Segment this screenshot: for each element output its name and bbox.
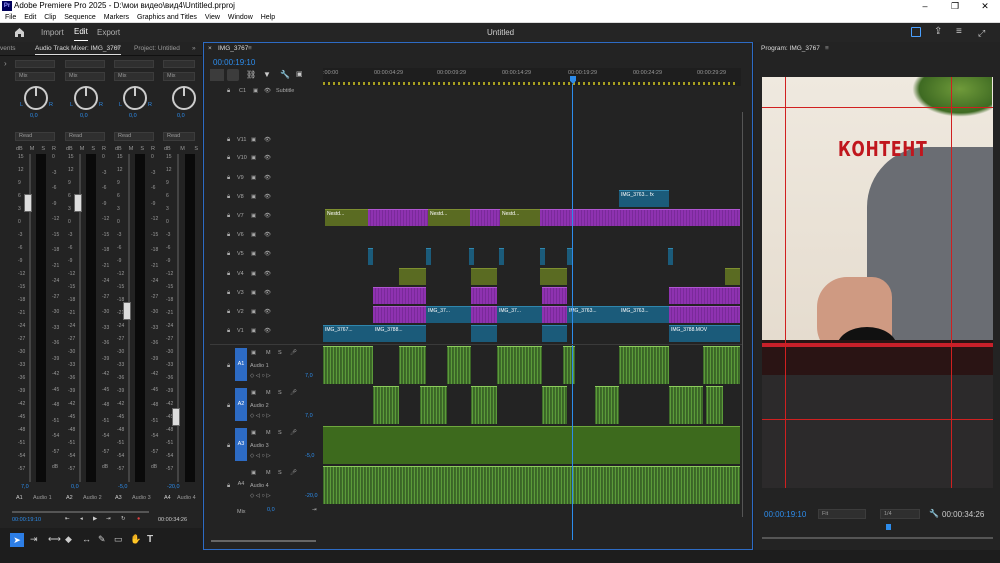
clip-label: IMG_3763... [569, 308, 597, 314]
playhead-line[interactable] [572, 84, 573, 540]
clip-label: IMG_37... [428, 308, 450, 314]
overlay-title: КОНТЕНТ [838, 137, 928, 161]
clip-label: Nestd... [502, 211, 520, 217]
clip-label: IMG_3763... [621, 308, 649, 314]
clip-label: IMG_3767... [325, 327, 353, 333]
program-scrubber[interactable] [762, 537, 993, 539]
mix-label: Mix [237, 509, 246, 515]
clip[interactable]: IMG_3763... fx [619, 190, 669, 207]
plant-leaves [912, 77, 992, 117]
program-playhead[interactable] [886, 524, 891, 530]
program-controls: 00:00:19:10 Fit 1/4 🔧 00:00:34:26 [762, 488, 993, 539]
program-video-frame[interactable]: КОНТЕНТ [762, 77, 993, 488]
clip[interactable] [368, 209, 428, 226]
quality-select[interactable]: 1/4 [880, 509, 920, 519]
tab-program[interactable]: Program: IMG_3767 [761, 44, 820, 54]
clip-label: IMG_37... [499, 308, 521, 314]
clip-label: IMG_3788.MOV [671, 327, 708, 333]
clip[interactable]: Nestd... [325, 209, 368, 226]
clip-label: Nestd... [430, 211, 448, 217]
go-to-end-icon[interactable]: ⇥ [312, 507, 317, 513]
clip[interactable] [540, 209, 740, 226]
clip-label: Nestd... [327, 211, 345, 217]
desk [762, 375, 993, 488]
fx-badge: fx [649, 192, 654, 198]
mix-track-header: Mix 0,0 ⇥ [222, 507, 322, 517]
clip[interactable]: Nestd... [500, 209, 540, 226]
status-strip [0, 550, 1000, 563]
clip[interactable] [470, 209, 500, 226]
timeline-h-scroll[interactable] [211, 540, 316, 542]
mix-value[interactable]: 0,0 [267, 507, 275, 513]
program-duration: 00:00:34:26 [942, 510, 985, 519]
clip[interactable]: Nestd... [428, 209, 470, 226]
settings-wrench-icon[interactable]: 🔧 [929, 509, 939, 518]
zoom-select[interactable]: Fit [818, 509, 866, 519]
clip-label: IMG_3763... [621, 192, 649, 198]
vertical-zoom-bar[interactable] [742, 112, 743, 517]
program-timecode[interactable]: 00:00:19:10 [764, 510, 806, 519]
clip-label: IMG_3788... [375, 327, 403, 333]
program-menu-icon[interactable]: ≡ [825, 44, 829, 54]
